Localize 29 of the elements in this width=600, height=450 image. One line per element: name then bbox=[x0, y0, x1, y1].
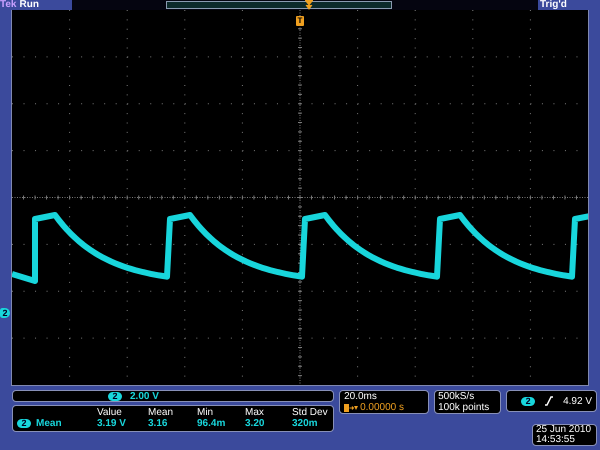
column-header: Mean bbox=[148, 407, 174, 418]
column-header: Std Dev bbox=[292, 407, 329, 418]
trigger-level: 4.92 V bbox=[563, 396, 592, 406]
column-header: Value bbox=[97, 407, 123, 418]
measurement-value: 3.16 bbox=[148, 418, 168, 429]
run-status: Run bbox=[20, 0, 39, 10]
date: 25 Jun 2010 bbox=[536, 425, 592, 435]
trigger-position-icon bbox=[305, 0, 313, 10]
measurement-name: Mean bbox=[36, 418, 62, 429]
column-header: Min bbox=[197, 407, 214, 418]
measurement-value: 3.19 V bbox=[97, 418, 127, 429]
horizontal-scale: 20.0ms bbox=[344, 391, 378, 402]
time: 14:53:55 bbox=[536, 435, 576, 445]
channel-badge: 2 bbox=[521, 396, 536, 406]
channel-badge: 2 bbox=[17, 419, 31, 428]
record-length: 100k points bbox=[438, 402, 490, 413]
measurement-value: 320m bbox=[292, 418, 319, 429]
delay-icon bbox=[344, 404, 358, 412]
channel-badge: 2 bbox=[108, 392, 122, 400]
horizontal-delay: 0.00000 s bbox=[360, 402, 404, 413]
column-header: Max bbox=[245, 407, 265, 418]
channel-marker[interactable]: 2 bbox=[0, 308, 10, 318]
trigger-marker[interactable]: T bbox=[296, 16, 304, 26]
sample-rate: 500kS/s bbox=[438, 391, 476, 402]
measurement-value: 3.20 bbox=[245, 418, 266, 429]
vertical-scale: 2.00 V bbox=[130, 390, 159, 402]
rising-edge-icon bbox=[544, 396, 554, 406]
brand-label: Tek bbox=[0, 0, 16, 10]
measurement-value: 96.4m bbox=[197, 418, 226, 429]
